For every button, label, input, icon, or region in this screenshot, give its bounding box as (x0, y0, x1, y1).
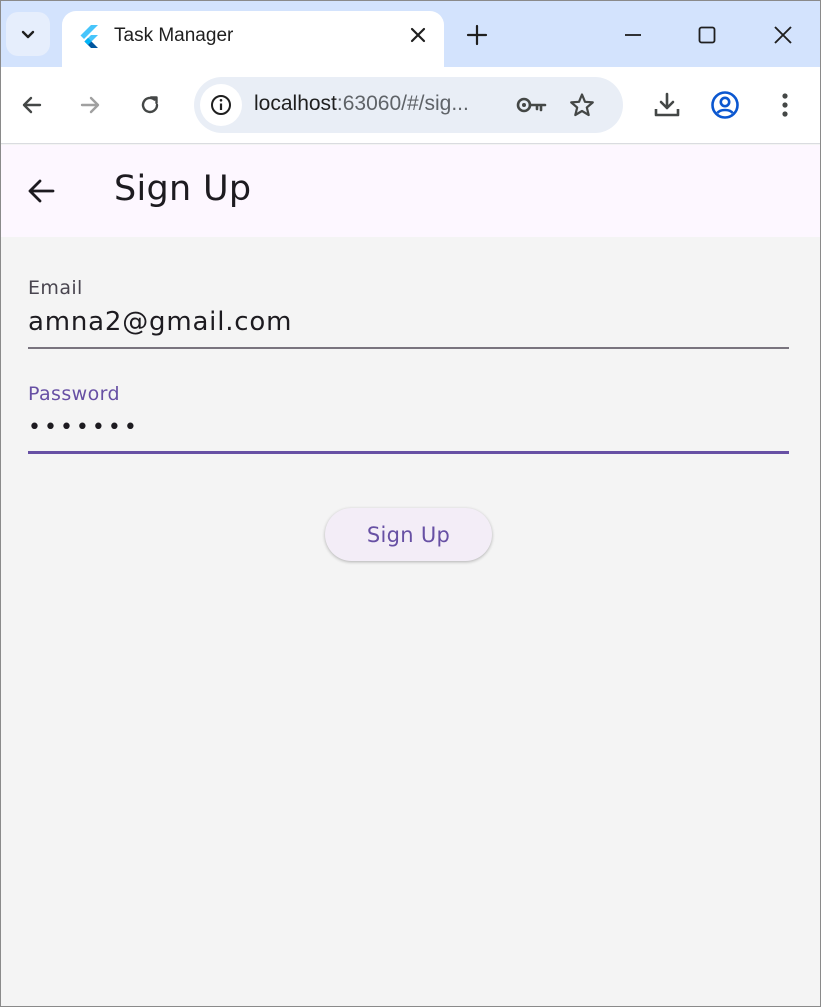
password-input[interactable]: ••••••• (28, 415, 789, 440)
minimize-button[interactable] (617, 19, 649, 51)
bookmark-button[interactable] (566, 89, 598, 121)
tab-task-manager[interactable]: Task Manager (62, 11, 444, 67)
arrow-left-icon (28, 179, 55, 203)
browser-toolbar: localhost:63060/#/sig... (1, 67, 820, 144)
maximize-icon (698, 26, 716, 44)
window-close-button[interactable] (767, 19, 799, 51)
minimize-icon (625, 34, 641, 36)
url-text[interactable]: localhost:63060/#/sig... (254, 92, 494, 116)
password-label: Password (28, 383, 120, 405)
app-bar: Sign Up (1, 145, 820, 237)
more-vert-icon (782, 93, 788, 117)
password-manager-button[interactable] (514, 90, 550, 120)
download-icon (654, 92, 680, 117)
downloads-button[interactable] (649, 87, 685, 123)
profile-button[interactable] (707, 87, 743, 123)
browser-window: Task Manager localhost:63060/#/sig... Si… (0, 0, 821, 1007)
close-icon (774, 26, 792, 44)
password-field[interactable]: Password ••••••• (28, 383, 789, 457)
new-tab-button[interactable] (461, 19, 493, 51)
sign-up-button[interactable]: Sign Up (325, 508, 492, 561)
info-icon (211, 95, 231, 115)
url-path: :63060/#/sig... (336, 92, 469, 115)
browser-menu-button[interactable] (767, 87, 803, 123)
arrow-right-icon (80, 96, 100, 114)
plus-icon (466, 24, 488, 46)
page-title: Sign Up (114, 169, 252, 209)
close-icon (410, 27, 426, 43)
key-icon (516, 97, 547, 113)
email-input[interactable]: amna2@gmail.com (28, 307, 789, 337)
chevron-down-icon (21, 30, 35, 39)
back-button[interactable] (14, 87, 50, 123)
url-host: localhost (254, 92, 337, 115)
tab-strip: Task Manager (1, 1, 820, 67)
email-underline (28, 347, 789, 349)
flutter-logo-icon (80, 25, 98, 48)
email-label: Email (28, 277, 83, 299)
password-underline (28, 451, 789, 454)
arrow-left-icon (22, 96, 42, 114)
email-field[interactable]: Email amna2@gmail.com (28, 277, 789, 351)
address-bar[interactable]: localhost:63060/#/sig... (194, 77, 623, 133)
tab-close-button[interactable] (406, 23, 430, 47)
reload-button[interactable] (132, 87, 168, 123)
star-icon (570, 93, 594, 117)
app-back-button[interactable] (21, 171, 61, 211)
tab-search-button[interactable] (6, 12, 50, 56)
tab-title: Task Manager (114, 25, 234, 46)
forward-button[interactable] (72, 87, 108, 123)
reload-icon (141, 96, 159, 114)
maximize-button[interactable] (691, 19, 723, 51)
account-circle-icon (711, 91, 739, 119)
site-info-button[interactable] (200, 84, 242, 126)
